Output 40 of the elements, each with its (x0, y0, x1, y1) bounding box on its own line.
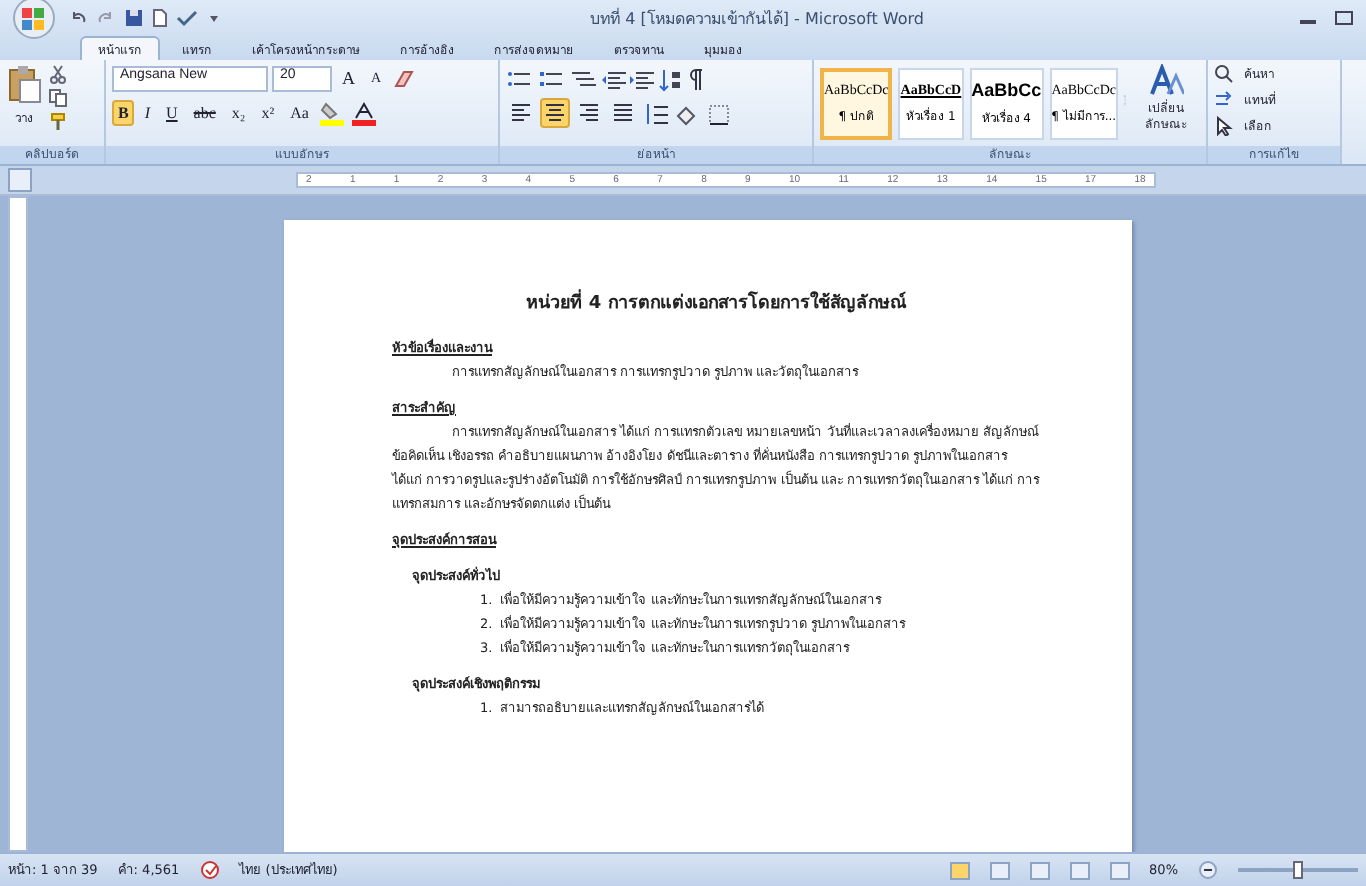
multilevel-list-icon[interactable] (570, 67, 598, 91)
format-button[interactable]: U (160, 100, 184, 126)
spelling-check-icon[interactable] (176, 8, 200, 28)
sort-icon[interactable] (658, 67, 682, 91)
format-button[interactable]: abc (187, 100, 222, 126)
office-logo-icon[interactable] (8, 0, 60, 40)
highlighter-icon[interactable] (318, 101, 347, 125)
decrease-indent-icon[interactable] (602, 67, 626, 91)
undo-icon[interactable] (68, 8, 88, 28)
search-icon (1214, 64, 1234, 84)
format-button[interactable]: x₂ (225, 100, 252, 126)
maximize-icon[interactable] (1330, 8, 1358, 28)
line-spacing-icon[interactable] (642, 101, 670, 125)
format-painter-icon[interactable] (48, 112, 68, 132)
borders-icon[interactable] (706, 101, 734, 125)
format-button[interactable]: I (138, 100, 157, 126)
change-styles-icon[interactable] (1148, 64, 1184, 96)
format-button[interactable]: Aa (284, 100, 315, 126)
alignment-button[interactable] (540, 98, 570, 128)
font-color-icon[interactable] (350, 101, 379, 125)
zoom-out-icon[interactable] (1198, 860, 1218, 880)
paste-icon[interactable] (6, 64, 42, 104)
scissors-icon[interactable] (48, 64, 68, 84)
zoom-slider-icon[interactable] (1238, 860, 1358, 880)
increase-indent-icon[interactable] (630, 67, 654, 91)
save-icon[interactable] (124, 8, 144, 28)
clear-formatting-icon[interactable] (391, 68, 416, 90)
cursor-icon (1214, 116, 1234, 136)
bullets-icon[interactable] (506, 67, 534, 91)
numbering-icon[interactable] (538, 67, 566, 91)
replace-icon (1214, 90, 1234, 110)
proofing-icon[interactable] (199, 860, 220, 880)
window-title: บทที่ 4 [โหมดความเข้ากันได้] - Microsoft Word (588, 6, 926, 31)
grow-font-button[interactable]: A (336, 66, 361, 92)
new-document-icon[interactable] (152, 8, 168, 28)
pilcrow-icon[interactable] (686, 67, 706, 91)
document-heading: หน่วยที่ 4 การตกแต่งเอกสารโดยการใช้สัญลักษณ์ (392, 292, 1040, 316)
format-button[interactable]: B (112, 100, 135, 126)
format-button[interactable]: x² (255, 100, 281, 126)
copy-icon[interactable] (48, 88, 68, 108)
